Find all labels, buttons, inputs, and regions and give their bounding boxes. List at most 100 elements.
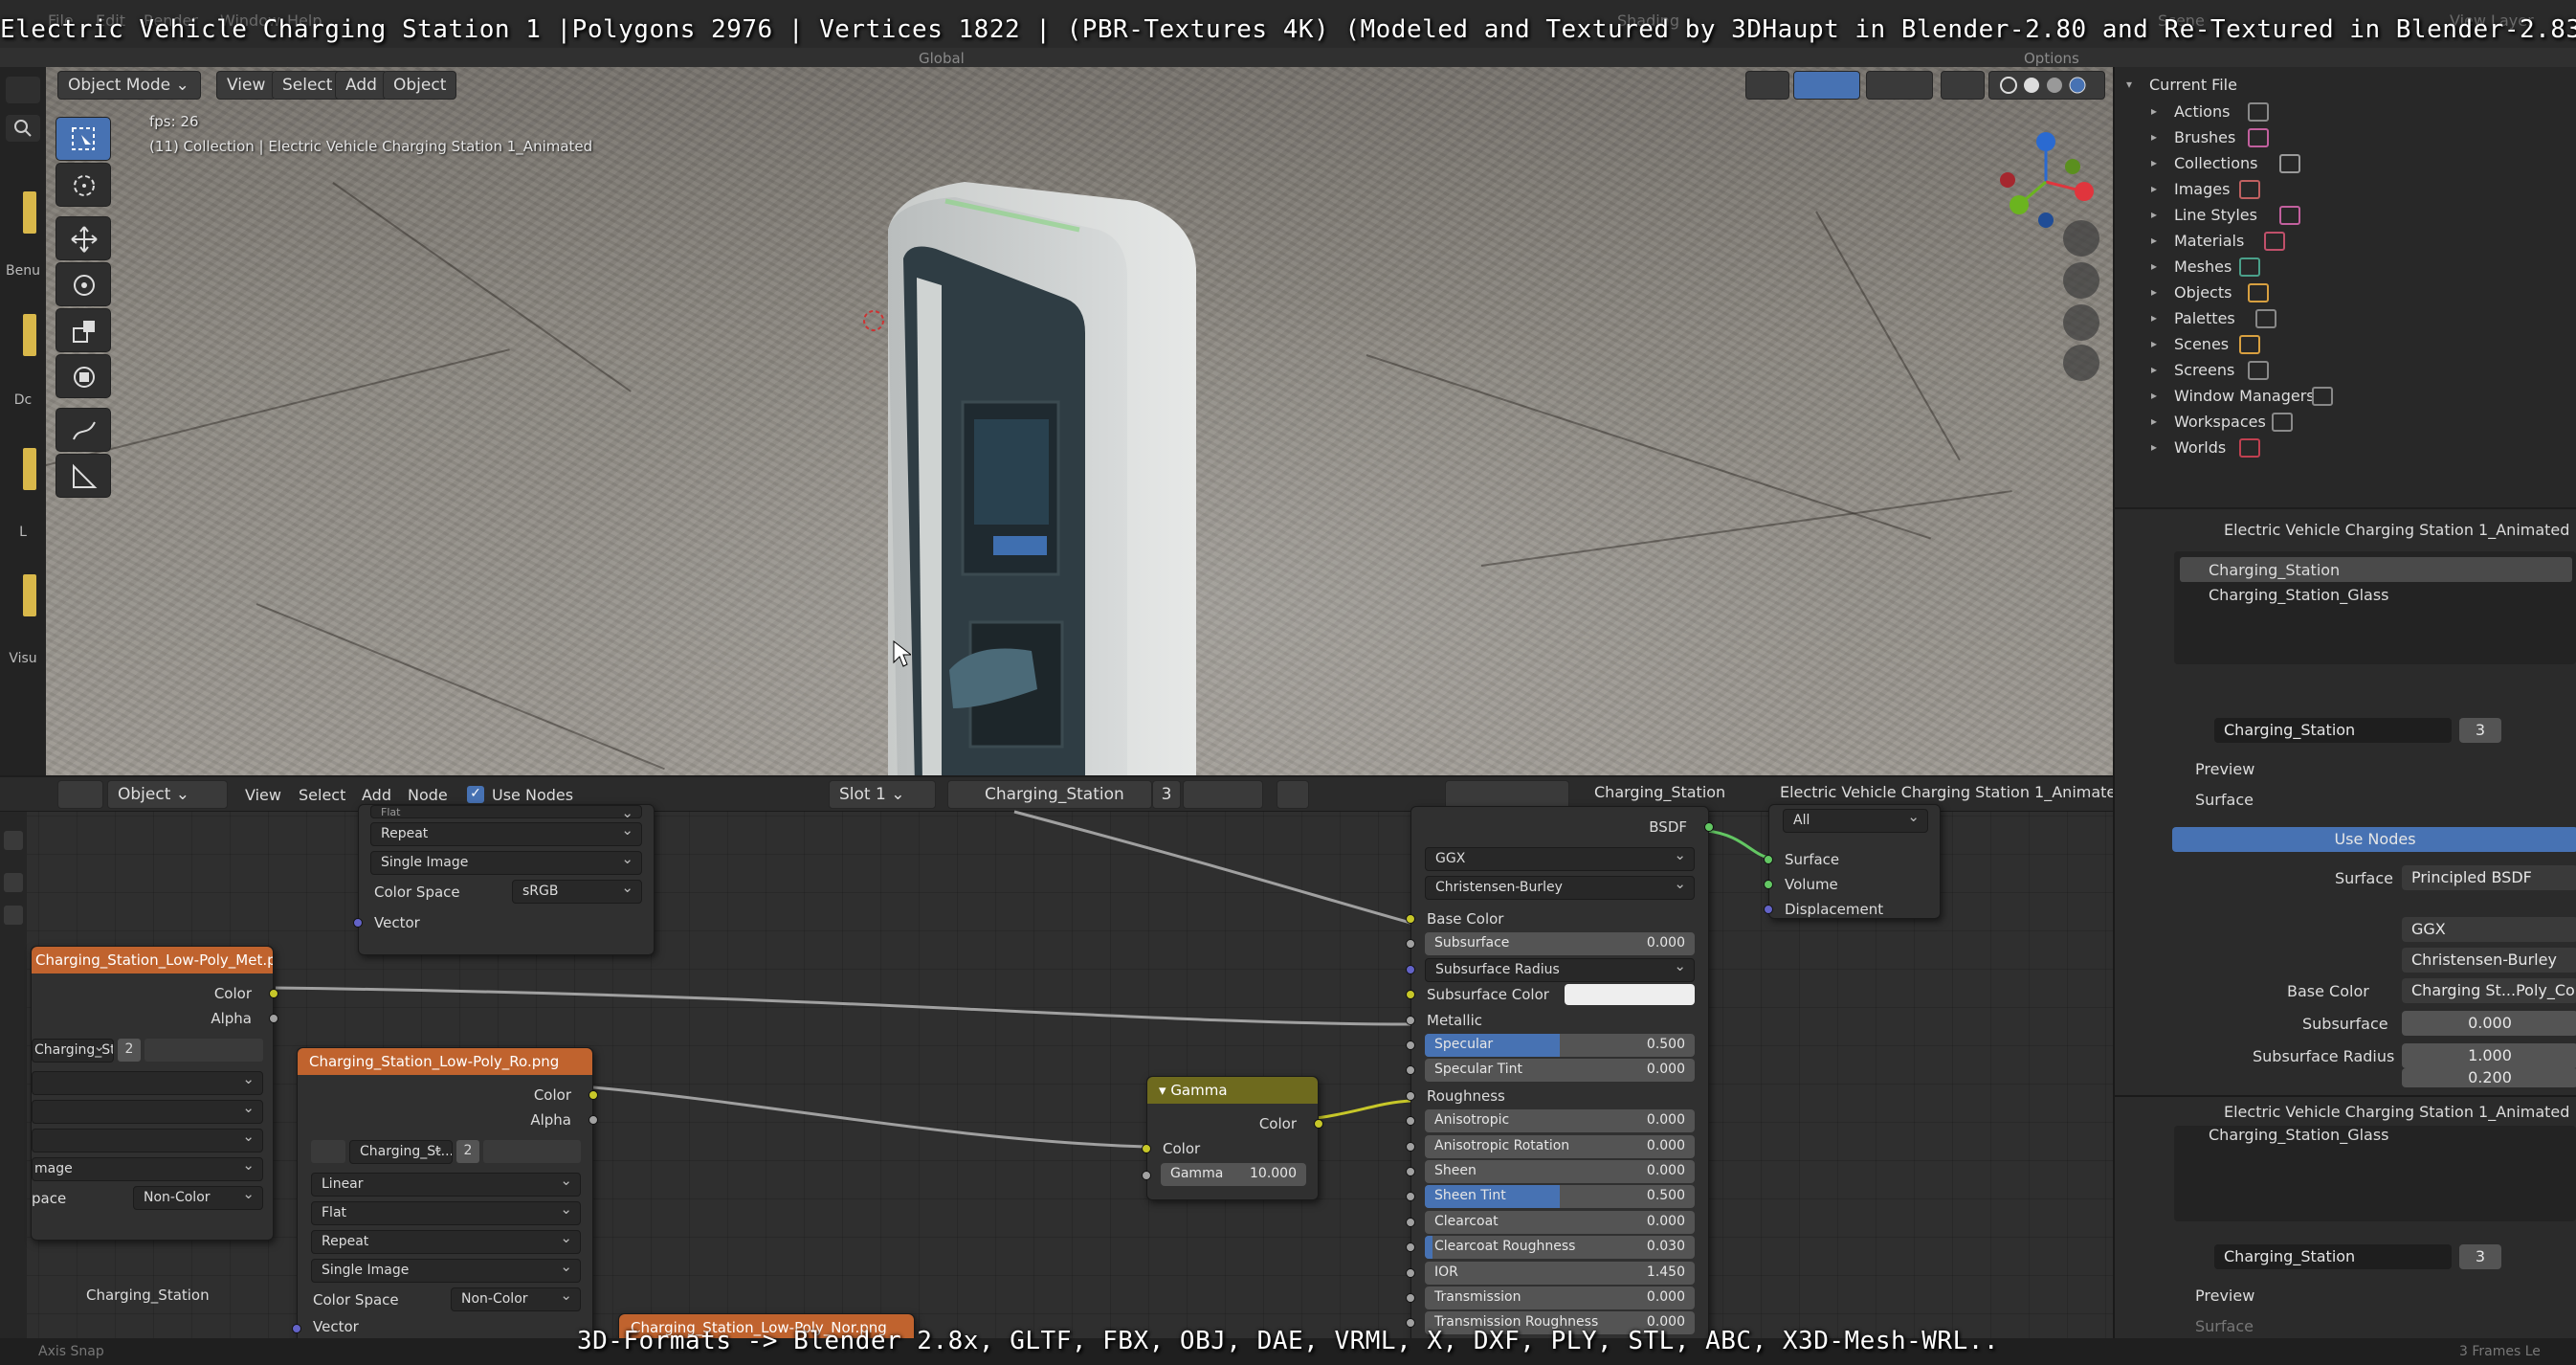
ortho-grid-icon[interactable]	[2063, 345, 2099, 381]
outliner-item[interactable]: ▸ Objects	[2115, 280, 2576, 306]
material-users-count[interactable]: 3	[2459, 718, 2501, 743]
ior-socket[interactable]	[1406, 1267, 1415, 1278]
expand-arrow-icon[interactable]: ▸	[2151, 285, 2157, 299]
move-tool-icon[interactable]	[56, 216, 111, 260]
outliner-item[interactable]: ▸ Images	[2115, 177, 2576, 203]
output-target-dropdown[interactable]: All	[1783, 809, 1928, 833]
gamma-color-output-socket[interactable]	[1314, 1119, 1323, 1129]
gamma-node[interactable]: ▾ Gamma Color Color Gamma 10.000	[1142, 1076, 1323, 1200]
clearcoat-socket[interactable]	[1406, 1217, 1415, 1227]
sheen-tint-slider[interactable]: Sheen Tint 0.500	[1425, 1185, 1695, 1209]
projection-dropdown[interactable]: Single Image	[370, 851, 642, 875]
met-projection-dropdown[interactable]	[32, 1100, 263, 1124]
charging-station-model[interactable]	[850, 172, 1271, 775]
met-source-dropdown[interactable]: mage	[32, 1157, 263, 1181]
expand-arrow-icon[interactable]: ▸	[2151, 440, 2157, 454]
ro-image-users[interactable]: 2	[456, 1140, 479, 1163]
anisotropic-slider[interactable]: Anisotropic 0.000	[1425, 1109, 1695, 1133]
ro-projection-dropdown[interactable]: Flat	[311, 1201, 581, 1225]
ro-interp-dropdown[interactable]: Linear	[311, 1173, 581, 1197]
gamma-value-socket[interactable]	[1142, 1171, 1151, 1180]
transform-orientation[interactable]: Global	[919, 50, 965, 67]
file-label-visu[interactable]: Visu	[0, 651, 46, 666]
select-box-tool-icon[interactable]	[56, 117, 111, 161]
bsdf-output-socket[interactable]	[1704, 822, 1714, 832]
menu-view[interactable]: View	[216, 71, 277, 100]
output-volume-socket[interactable]	[1764, 880, 1773, 889]
material-users-count-2[interactable]: 3	[2459, 1244, 2501, 1269]
sss-method-dropdown[interactable]: Christensen-Burley	[2402, 948, 2576, 973]
menu-object[interactable]: Object	[383, 71, 457, 100]
outliner-item[interactable]: ▸ Window Managers	[2115, 384, 2576, 410]
expand-arrow-icon[interactable]: ▸	[2151, 208, 2157, 221]
subsurface-radius-field[interactable]: Subsurface Radius	[1425, 957, 1695, 982]
expand-arrow-icon[interactable]: ▸	[2151, 363, 2157, 376]
menu-add[interactable]: Add	[335, 71, 388, 100]
specular-tint-slider[interactable]: Specular Tint 0.000	[1425, 1059, 1695, 1083]
outliner-item[interactable]: ▸ Brushes	[2115, 125, 2576, 151]
outliner-item[interactable]: ▸ Workspaces	[2115, 410, 2576, 436]
overlay-toggle-icon[interactable]	[1866, 71, 1933, 100]
met-image-users[interactable]: 2	[118, 1039, 141, 1062]
outliner-item[interactable]: ▸ Scenes	[2115, 332, 2576, 358]
subsurface-socket[interactable]	[1406, 939, 1415, 950]
expand-arrow-icon[interactable]: ▸	[2151, 182, 2157, 195]
ro-image-type-icon[interactable]	[311, 1140, 345, 1163]
extension-dropdown[interactable]: Repeat	[370, 822, 642, 846]
expand-arrow-icon[interactable]: ▸	[2151, 234, 2157, 247]
principled-bsdf-node[interactable]: BSDF GGX Christensen-Burley Base Color Su…	[1406, 806, 1714, 1365]
expand-arrow-icon[interactable]: ▸	[2151, 414, 2157, 428]
met-color-output-socket[interactable]	[269, 989, 278, 998]
base-color-texture-field[interactable]: Charging St...Poly_Col.png	[2402, 978, 2576, 1003]
preview-panel-header-2[interactable]: Preview	[2195, 1287, 2254, 1305]
sheen-tint-socket[interactable]	[1406, 1192, 1415, 1202]
outliner-item[interactable]: ▸ Materials	[2115, 229, 2576, 255]
ro-source-dropdown[interactable]: Single Image	[311, 1259, 581, 1283]
ior-slider[interactable]: IOR 1.450	[1425, 1261, 1695, 1285]
cursor-tool-icon[interactable]	[56, 163, 111, 207]
expand-arrow-icon[interactable]: ▸	[2151, 130, 2157, 144]
transform-tool-icon[interactable]	[56, 354, 111, 398]
ro-cs-dropdown[interactable]: Non-Color	[451, 1287, 581, 1311]
file-label-dc[interactable]: Dc	[0, 392, 46, 408]
roughness-socket[interactable]	[1406, 1090, 1415, 1101]
subsurface-color-socket[interactable]	[1406, 990, 1415, 1000]
gamma-value-field[interactable]: Gamma 10.000	[1161, 1163, 1306, 1186]
menu-select[interactable]: Select	[272, 71, 344, 100]
image-texture-node-top[interactable]: Flat Repeat Single Image Color Space sRG…	[353, 804, 655, 955]
distribution-dropdown[interactable]: GGX	[2402, 917, 2576, 942]
specular-socket[interactable]	[1406, 1041, 1415, 1050]
outliner-item[interactable]: ▸ Screens	[2115, 358, 2576, 384]
shader-node-editor[interactable]: Object ⌄ View Select Add Node ✓ Use Node…	[0, 777, 2113, 1365]
outliner-item[interactable]: ▸ Collections	[2115, 151, 2576, 177]
visibility-icon[interactable]	[1745, 71, 1789, 100]
output-displacement-socket[interactable]	[1764, 905, 1773, 914]
met-alpha-output-socket[interactable]	[269, 1014, 278, 1023]
zoom-icon[interactable]	[2063, 220, 2099, 257]
expand-arrow-icon[interactable]: ▸	[2151, 104, 2157, 118]
bsdf-distribution-dropdown[interactable]: GGX	[1425, 847, 1695, 871]
xray-icon[interactable]	[1941, 71, 1985, 100]
pan-hand-icon[interactable]	[2063, 262, 2099, 299]
rotate-tool-icon[interactable]	[56, 262, 111, 306]
outliner-root[interactable]: ▾ Current File	[2115, 73, 2576, 99]
met-interp-dropdown[interactable]	[32, 1071, 263, 1095]
expand-arrow-icon[interactable]: ▸	[2151, 259, 2157, 273]
transmission-slider[interactable]: Transmission 0.000	[1425, 1287, 1695, 1309]
base-color-socket[interactable]	[1406, 914, 1415, 924]
outliner-item[interactable]: ▸ Line Styles	[2115, 203, 2576, 229]
met-extension-dropdown[interactable]	[32, 1129, 263, 1152]
met-image-actions-icons[interactable]	[144, 1039, 263, 1062]
measure-tool-icon[interactable]	[56, 454, 111, 498]
ro-color-output-socket[interactable]	[588, 1090, 598, 1100]
met-image-browse[interactable]: Charging_St...	[32, 1039, 114, 1063]
ro-extension-dropdown[interactable]: Repeat	[311, 1230, 581, 1254]
color-space-dropdown[interactable]: sRGB	[512, 880, 642, 904]
material-name-field-2[interactable]: Charging_Station	[2214, 1244, 2452, 1269]
anisotropic-rotation-slider[interactable]: Anisotropic Rotation 0.000	[1425, 1134, 1695, 1158]
sheen-socket[interactable]	[1406, 1167, 1415, 1176]
image-texture-node-met[interactable]: Charging_Station_Low-Poly_Met.png Color …	[31, 946, 278, 1241]
file-label-benu[interactable]: Benu	[0, 263, 46, 279]
camera-view-icon[interactable]	[2063, 304, 2099, 341]
bsdf-sss-dropdown[interactable]: Christensen-Burley	[1425, 876, 1695, 900]
